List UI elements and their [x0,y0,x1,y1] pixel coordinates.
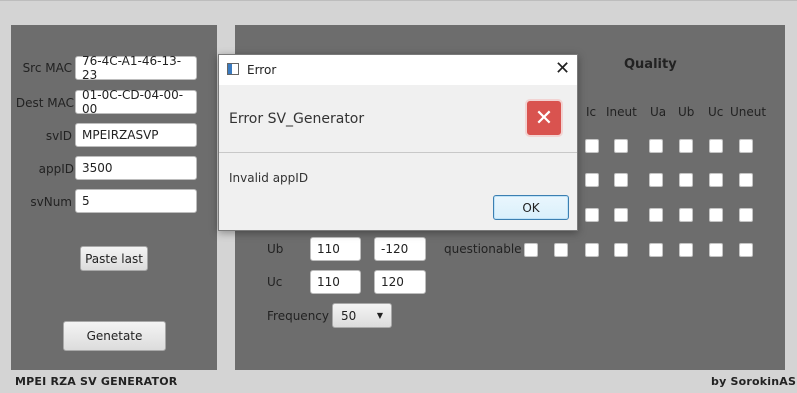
quality-checkbox[interactable] [585,208,599,222]
author-footer: by SorokinAS [711,375,797,388]
paste-last-button[interactable]: Paste last [80,246,148,271]
quality-checkbox[interactable] [679,139,693,153]
app-title-footer: MPEI RZA SV GENERATOR [15,375,178,388]
questionable-checkbox[interactable] [614,243,628,257]
dialog-header-area: Error SV_Generator ✕ [219,85,577,153]
appid-input[interactable]: 3500 [75,156,197,180]
quality-checkbox[interactable] [614,208,628,222]
uc-amplitude-input[interactable]: 110 [310,270,361,294]
quality-checkbox[interactable] [679,208,693,222]
quality-checkbox[interactable] [739,173,753,187]
quality-checkbox[interactable] [739,208,753,222]
dest-mac-input[interactable]: 01-0C-CD-04-00-00 [75,88,197,116]
ok-button[interactable]: OK [493,195,569,220]
quality-checkbox[interactable] [679,173,693,187]
questionable-checkbox[interactable] [709,243,723,257]
quality-checkbox[interactable] [709,208,723,222]
questionable-checkbox[interactable] [554,243,568,257]
svnum-label: svNum [30,195,72,209]
frequency-select[interactable]: 50 ▼ [332,303,392,328]
quality-checkbox[interactable] [649,139,663,153]
dest-mac-label: Dest MAC [15,96,74,110]
svnum-input[interactable]: 5 [75,189,197,213]
uc-angle-input[interactable]: 120 [374,270,426,294]
dialog-message: Invalid appID [229,171,309,185]
questionable-checkbox[interactable] [649,243,663,257]
quality-col-ub: Ub [678,105,695,119]
frequency-value: 50 [341,308,357,323]
quality-title: Quality [624,57,677,72]
dialog-titlebar: Error ✕ [219,55,577,85]
quality-checkbox[interactable] [709,139,723,153]
ub-angle-input[interactable]: -120 [374,237,426,261]
frequency-label: Frequency [267,309,329,323]
quality-checkbox[interactable] [739,139,753,153]
error-icon: ✕ [525,99,563,137]
appid-label: appID [38,162,74,176]
src-mac-input[interactable]: 76-4C-A1-46-13-23 [75,54,197,82]
questionable-checkbox[interactable] [524,243,538,257]
dialog-body: Invalid appID OK [219,153,577,230]
generate-button[interactable]: Genetate [63,321,166,351]
svid-input[interactable]: MPEIRZASVP [75,123,197,147]
quality-col-ineut: Ineut [606,105,637,119]
svid-label: svID [45,129,72,143]
ub-label: Ub [267,242,284,256]
error-dialog: Error ✕ Error SV_Generator ✕ Invalid app… [218,54,578,231]
quality-checkbox[interactable] [649,173,663,187]
quality-checkbox[interactable] [614,139,628,153]
window-icon [227,63,239,75]
quality-checkbox[interactable] [585,173,599,187]
quality-col-uc: Uc [708,105,724,119]
close-icon[interactable]: ✕ [555,58,570,79]
dialog-header-text: Error SV_Generator [229,111,365,127]
window-top-strip [0,0,797,25]
uc-label: Uc [267,275,283,289]
quality-checkbox[interactable] [614,173,628,187]
quality-col-ic: Ic [586,105,597,119]
quality-checkbox[interactable] [709,173,723,187]
src-mac-label: Src MAC [22,61,72,75]
questionable-checkbox[interactable] [585,243,599,257]
dialog-title: Error [247,63,277,77]
quality-checkbox[interactable] [649,208,663,222]
quality-col-uneut: Uneut [730,105,767,119]
quality-checkbox[interactable] [585,139,599,153]
quality-col-ua: Ua [650,105,667,119]
questionable-checkbox[interactable] [679,243,693,257]
ub-amplitude-input[interactable]: 110 [310,237,361,261]
chevron-down-icon: ▼ [376,311,383,320]
questionable-label: questionable [444,242,522,256]
questionable-checkbox[interactable] [739,243,753,257]
